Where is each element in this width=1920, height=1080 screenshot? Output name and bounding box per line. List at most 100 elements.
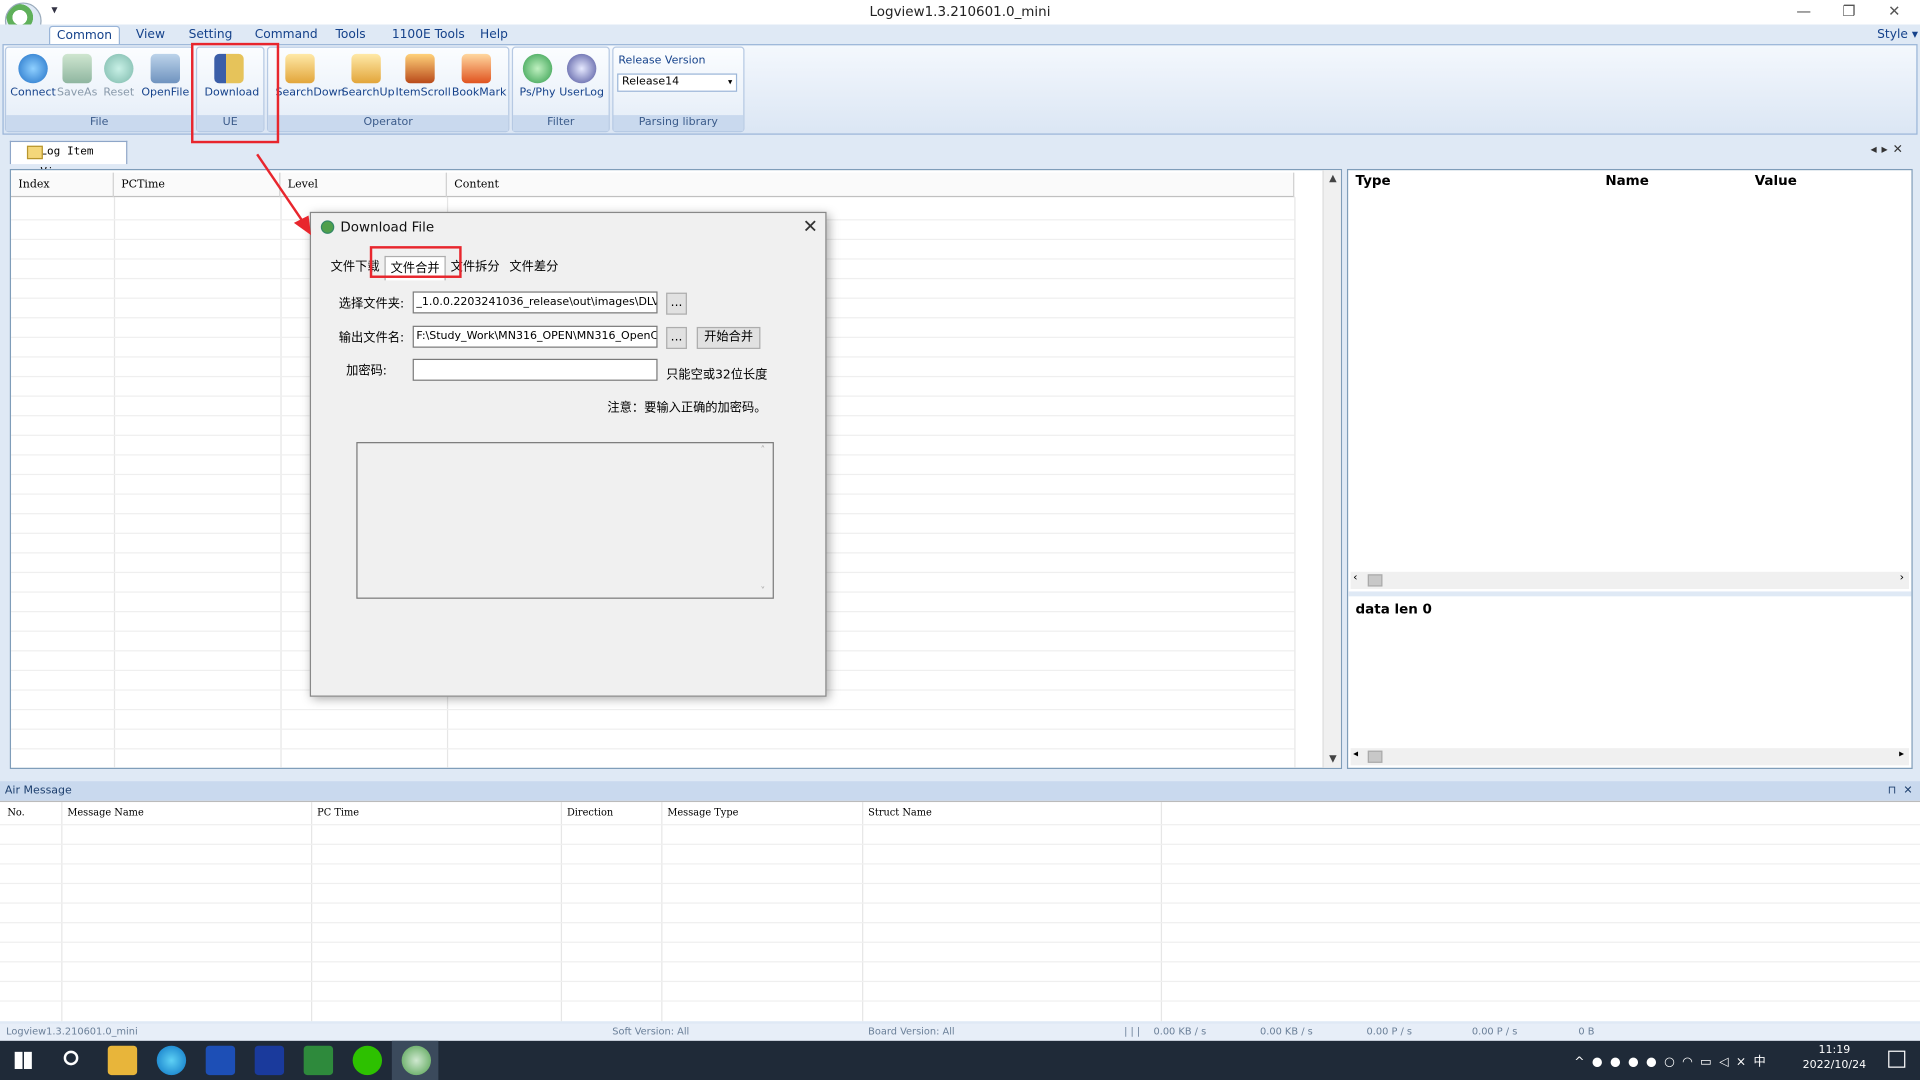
merge-output-textarea[interactable]: ˄ ˅ <box>356 442 774 599</box>
wechat-work-tray-icon[interactable]: ● <box>1610 1056 1628 1069</box>
bookmark-button[interactable]: BookMark <box>452 50 506 104</box>
tab-file-diff[interactable]: 文件差分 <box>504 256 563 280</box>
volume-muted-icon[interactable]: ◁× <box>1719 1056 1753 1069</box>
searchup-button[interactable]: SearchUp <box>342 50 395 104</box>
status-rate-3: 0.00 P / s <box>1366 1026 1413 1038</box>
column-header-content[interactable]: Content <box>447 172 1295 198</box>
jlink-icon[interactable] <box>205 1045 236 1076</box>
scroll-left-icon[interactable]: ‹ <box>1353 572 1357 584</box>
air-message-grid[interactable]: No. Message Name PC Time Direction Messa… <box>0 800 1920 1022</box>
group-caption-file: File <box>6 115 193 132</box>
grid-row-line <box>0 843 1920 845</box>
scrollbar-thumb[interactable] <box>1367 574 1383 587</box>
column-header-index[interactable]: Index <box>11 172 114 198</box>
connect-icon <box>18 53 48 84</box>
connect-button[interactable]: Connect <box>9 50 58 104</box>
scroll-left-icon[interactable]: ◂ <box>1353 748 1358 759</box>
search-icon[interactable] <box>63 1050 79 1066</box>
tab-common[interactable]: Common <box>48 25 121 45</box>
column-header-message-name[interactable]: Message Name <box>67 807 143 818</box>
taskbar-clock[interactable]: 11:19 2022/10/24 <box>1803 1043 1867 1072</box>
password-input[interactable] <box>412 358 658 381</box>
release-version-select[interactable]: Release14 ▾ <box>617 73 738 92</box>
column-header-message-type[interactable]: Message Type <box>667 807 738 818</box>
system-tray[interactable]: ^●●●●○◠▭◁×中 <box>1574 1051 1773 1069</box>
ime-indicator[interactable]: 中 <box>1753 1056 1773 1069</box>
tab-tools[interactable]: Tools <box>336 26 366 44</box>
data-horizontal-scrollbar[interactable]: ◂ ▸ <box>1350 748 1909 766</box>
close-panel-icon[interactable]: ✕ <box>1903 785 1912 797</box>
logview-taskbar-icon[interactable] <box>401 1045 432 1076</box>
searchdown-button[interactable]: SearchDown <box>276 50 345 104</box>
battery-icon[interactable]: ▭ <box>1700 1056 1719 1069</box>
status-bar: Logview1.3.210601.0_mini Soft Version: A… <box>0 1023 1920 1041</box>
scroll-up-icon[interactable]: ▲ <box>1324 170 1342 187</box>
password-note: 注意：要输入正确的加密码。 <box>607 401 767 416</box>
browse-output-button[interactable]: ... <box>666 326 687 349</box>
select-folder-input[interactable]: _1.0.0.2203241036_release\out\images\DLV… <box>412 291 658 314</box>
log-grid-scrollbar[interactable]: ▲ ▼ <box>1322 170 1342 768</box>
column-header-value[interactable]: Value <box>1755 173 1797 189</box>
systec-app-icon[interactable] <box>254 1045 285 1076</box>
dialog-close-icon[interactable]: ✕ <box>803 216 818 238</box>
column-header-no[interactable]: No. <box>7 807 24 818</box>
column-header-struct-name[interactable]: Struct Name <box>868 807 932 818</box>
scroll-left-icon[interactable]: ◂ <box>1870 143 1881 156</box>
openfile-button[interactable]: OpenFile <box>141 50 190 104</box>
textarea-scrollbar[interactable]: ˄ ˅ <box>754 444 771 596</box>
scroll-down-icon[interactable]: ▼ <box>1324 751 1342 768</box>
column-divider <box>280 197 282 768</box>
wechat-icon[interactable] <box>352 1045 383 1076</box>
column-header-direction[interactable]: Direction <box>567 807 613 818</box>
annotation-arrow-icon <box>256 153 312 236</box>
wifi-icon[interactable]: ◠ <box>1682 1056 1700 1069</box>
tab-1100e-tools[interactable]: 1100E Tools <box>392 26 465 44</box>
tab-setting[interactable]: Setting <box>189 26 233 44</box>
browse-folder-button[interactable]: ... <box>666 292 687 315</box>
search-up-icon <box>351 53 381 84</box>
bookmark-icon <box>461 53 492 84</box>
scroll-right-icon[interactable]: › <box>1900 572 1904 584</box>
notification-icon[interactable] <box>1888 1050 1906 1068</box>
scroll-down-icon[interactable]: ˅ <box>754 585 771 596</box>
file-explorer-icon[interactable] <box>107 1045 138 1076</box>
scroll-right-icon[interactable]: ▸ <box>1882 143 1893 156</box>
search-down-icon <box>285 53 315 84</box>
tray-chevron-icon[interactable]: ^ <box>1574 1056 1592 1069</box>
properties-horizontal-scrollbar[interactable]: ‹ › <box>1350 571 1909 589</box>
edge-browser-icon[interactable] <box>156 1045 187 1076</box>
ps-phy-button[interactable]: Ps/Phy <box>513 50 562 104</box>
scroll-right-icon[interactable]: ▸ <box>1899 748 1904 759</box>
scrollbar-thumb[interactable] <box>1367 750 1383 763</box>
wechat-tray-icon[interactable]: ● <box>1592 1056 1610 1069</box>
column-header-name[interactable]: Name <box>1605 173 1649 189</box>
column-header-pc-time[interactable]: PC Time <box>317 807 359 818</box>
scroll-up-icon[interactable]: ˄ <box>754 444 771 455</box>
grid-row-line <box>0 961 1920 963</box>
start-merge-button[interactable]: 开始合并 <box>696 326 761 349</box>
itemscroll-button[interactable]: ItemScroll <box>396 50 451 104</box>
close-document-icon[interactable]: ✕ <box>1893 143 1908 156</box>
windows-start-icon[interactable] <box>14 1051 32 1069</box>
tab-help[interactable]: Help <box>480 26 508 44</box>
restore-icon[interactable]: ❐ <box>1831 2 1868 19</box>
panel-splitter[interactable] <box>1348 591 1912 597</box>
clock-time: 11:19 <box>1818 1044 1851 1057</box>
reset-button[interactable]: Reset <box>94 50 143 104</box>
status-rate-2: 0.00 KB / s <box>1260 1026 1313 1038</box>
pin-icon[interactable]: ⊓ <box>1888 785 1897 797</box>
red-app-tray-icon[interactable]: ● <box>1646 1056 1664 1069</box>
tab-view[interactable]: View <box>136 26 165 44</box>
keil-icon[interactable] <box>303 1045 334 1076</box>
style-menu[interactable]: Style ▾ <box>1877 26 1918 44</box>
close-icon[interactable]: ✕ <box>1876 2 1913 19</box>
minimize-icon[interactable]: — <box>1785 2 1822 19</box>
userlog-button[interactable]: UserLog <box>557 50 606 104</box>
qq-tray-icon[interactable]: ● <box>1628 1056 1646 1069</box>
output-file-input[interactable]: F:\Study_Work\MN316_OPEN\MN316_OpenCPU( <box>412 325 658 348</box>
group-caption-operator: Operator <box>268 115 509 132</box>
column-header-type[interactable]: Type <box>1356 173 1391 189</box>
tab-command[interactable]: Command <box>255 26 318 44</box>
document-tab-controls[interactable]: ◂▸✕ <box>1870 143 1907 156</box>
search-tray-icon[interactable]: ○ <box>1664 1056 1682 1069</box>
